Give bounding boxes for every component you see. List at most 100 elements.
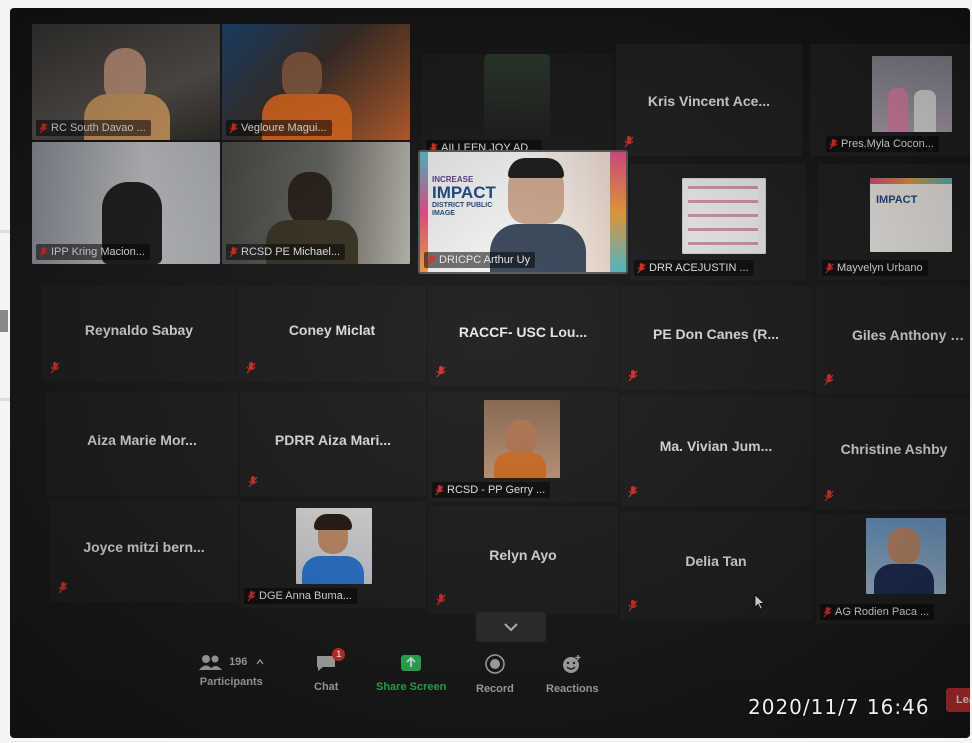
participant-name: Coney Miclat — [288, 322, 376, 339]
video-tile[interactable]: Kris Vincent Ace... — [616, 44, 802, 156]
participant-name: Pres.Myla Cocon... — [841, 138, 934, 150]
mic-muted-icon — [247, 590, 256, 601]
video-tile[interactable]: RACCF- USC Lou... — [428, 286, 618, 386]
video-tile[interactable]: AG Rodien Paca ... — [816, 514, 970, 624]
video-tile[interactable]: Pres.Myla Cocon... — [810, 44, 970, 156]
reactions-button[interactable]: Reactions — [546, 654, 599, 695]
video-tile[interactable]: PDRR Aiza Mari... — [240, 392, 426, 496]
participant-name-label: AILLEEN JOY AD... — [426, 140, 543, 150]
active-speaker-tile[interactable]: INCREASE IMPACT DISTRICT PUBLIC IMAGE DR… — [418, 150, 628, 274]
participant-profile-person — [914, 90, 936, 132]
record-button[interactable]: Record — [476, 654, 514, 695]
video-tile[interactable]: PE Don Canes (R... — [620, 286, 812, 390]
participant-name: Delia Tan — [685, 553, 747, 570]
participant-name: Joyce mitzi bern... — [83, 538, 205, 555]
mic-muted-icon — [39, 246, 48, 257]
participant-name-label: IPP Kring Macion... — [36, 244, 150, 260]
slide-line: DISTRICT PUBLIC — [432, 202, 493, 210]
participant-name: PDRR Aiza Mari... — [274, 431, 392, 448]
video-tile[interactable]: RCSD PE Michael... — [222, 142, 410, 264]
profile-text: IMPACT — [876, 194, 918, 206]
video-tile[interactable]: Joyce mitzi bern... — [50, 500, 238, 602]
participant-name: Ma. Vivian Jum... — [659, 437, 773, 454]
video-tile[interactable]: RC South Davao ... — [32, 24, 220, 140]
video-tile[interactable]: Giles Anthony V... — [816, 286, 970, 394]
video-tile[interactable]: AILLEEN JOY AD... — [422, 54, 612, 150]
reactions-icon — [563, 655, 581, 673]
participant-name: Relyn Ayo — [489, 547, 557, 564]
next-page-button[interactable] — [476, 612, 546, 642]
participant-name: RACCF- USC Lou... — [458, 324, 588, 340]
participant-profile-person — [888, 88, 908, 132]
participant-profile-picture — [870, 178, 952, 252]
participant-name: Mayvelyn Urbano — [837, 262, 923, 274]
gallery-view: RC South Davao ... Vegloure Magui... AIL… — [32, 24, 970, 624]
slide-text: INCREASE IMPACT DISTRICT PUBLIC IMAGE — [432, 175, 512, 217]
video-tile[interactable]: Christine Ashby — [816, 398, 970, 510]
monitor-edge — [0, 398, 10, 401]
video-tile[interactable]: Vegloure Magui... — [222, 24, 410, 140]
participant-name: RC South Davao ... — [51, 122, 146, 134]
participant-name-label: DRICPC Arthur Uy — [424, 252, 536, 268]
mic-muted-icon — [823, 606, 832, 617]
video-tile[interactable]: DGE Anna Buma... — [240, 502, 426, 608]
video-tile[interactable]: Ma. Vivian Jum... — [620, 396, 812, 506]
chevron-up-icon[interactable] — [256, 658, 265, 665]
participant-name: DRR ACEJUSTIN ... — [649, 262, 749, 274]
mic-muted-icon — [628, 486, 638, 498]
participant-name: RCSD - PP Gerry ... — [447, 484, 546, 496]
mic-muted-icon — [39, 122, 48, 133]
video-tile[interactable]: RCSD - PP Gerry ... — [428, 392, 618, 502]
mic-muted-icon — [229, 246, 238, 257]
participant-name: PE Don Canes (R... — [652, 325, 780, 342]
monitor-edge — [0, 230, 10, 233]
mic-muted-icon — [429, 142, 438, 150]
participant-name: Aiza Marie Mor... — [87, 431, 197, 448]
participant-name: Kris Vincent Ace... — [647, 93, 771, 110]
mic-muted-icon — [229, 122, 238, 133]
participant-hair — [508, 158, 564, 178]
participant-face — [104, 48, 146, 100]
participant-name-label: DGE Anna Buma... — [244, 588, 357, 604]
participant-name: Vegloure Magui... — [241, 122, 327, 134]
share-screen-button[interactable]: Share Screen — [376, 654, 446, 693]
mic-muted-icon — [825, 262, 834, 273]
participant-face — [888, 528, 920, 564]
photo-timestamp: 2020/11/7 16:46 — [748, 695, 930, 719]
mic-muted-icon — [628, 370, 638, 382]
participants-count: 196 — [229, 656, 248, 668]
leave-button[interactable]: Leav — [946, 688, 970, 712]
mic-muted-icon — [829, 138, 838, 149]
video-tile[interactable]: Aiza Marie Mor... — [46, 392, 238, 496]
participant-name-label: AG Rodien Paca ... — [820, 604, 935, 620]
video-tile[interactable]: Delia Tan — [620, 512, 812, 620]
video-tile[interactable]: IMPACT Mayvelyn Urbano — [818, 164, 970, 280]
participant-face — [506, 420, 536, 456]
chat-button[interactable]: 1 Chat — [314, 648, 346, 693]
participant-name: Giles Anthony V... — [852, 327, 970, 344]
participants-button[interactable]: 196 Participants — [198, 654, 265, 688]
mic-muted-icon — [436, 594, 446, 606]
mouse-cursor-icon — [754, 594, 765, 610]
mic-muted-icon — [824, 490, 834, 502]
video-tile[interactable]: IPP Kring Macion... — [32, 142, 220, 264]
participant-name: DGE Anna Buma... — [259, 590, 352, 602]
participant-name: DRICPC Arthur Uy — [439, 254, 531, 266]
participant-hair — [314, 514, 352, 530]
mic-muted-icon — [248, 476, 258, 488]
record-icon — [485, 654, 505, 674]
participant-name-label: DRR ACEJUSTIN ... — [634, 260, 754, 276]
chat-label: Chat — [314, 681, 339, 693]
video-tile[interactable]: Relyn Ayo — [428, 506, 618, 614]
background-stripe — [610, 152, 626, 272]
slide-line: IMPACT — [432, 183, 496, 203]
video-tile[interactable]: Coney Miclat — [238, 286, 426, 382]
video-tile[interactable]: DRR ACEJUSTIN ... — [630, 164, 806, 280]
video-tile[interactable]: Reynaldo Sabay — [42, 286, 236, 382]
participant-body — [494, 452, 546, 478]
slide-line: IMAGE — [432, 209, 455, 217]
participant-name-label: Pres.Myla Cocon... — [826, 136, 939, 152]
profile-logo-grid — [688, 186, 758, 246]
participant-name: AG Rodien Paca ... — [835, 606, 930, 618]
mic-muted-icon — [628, 600, 638, 612]
